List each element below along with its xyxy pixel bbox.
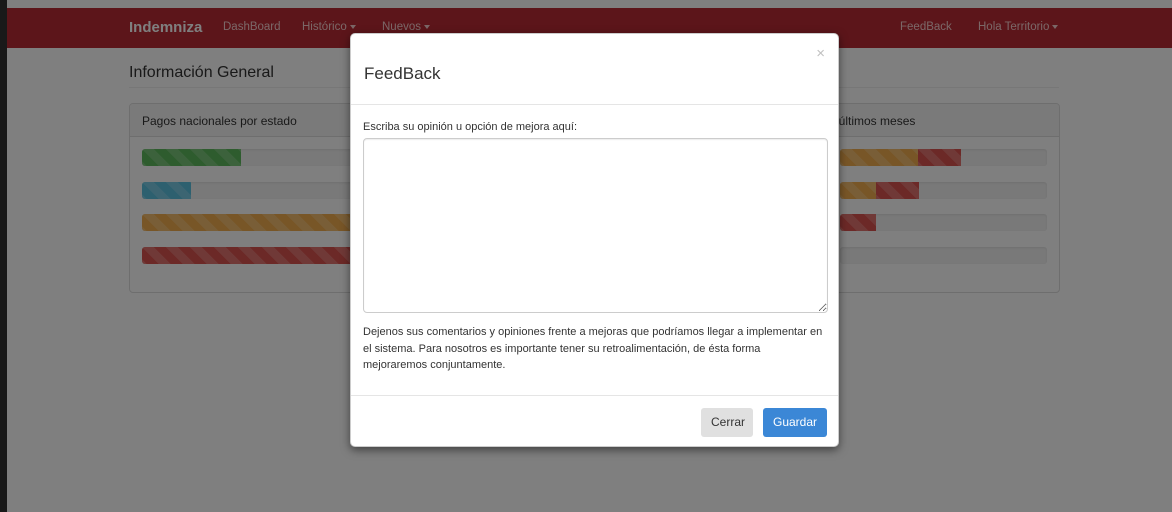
feedback-textarea[interactable] [363,138,828,313]
modal-body: Escriba su opinión u opción de mejora aq… [351,105,838,395]
cancel-button[interactable]: Cerrar [701,408,753,437]
feedback-modal: FeedBack × Escriba su opinión u opción d… [350,33,839,447]
help-text: Dejenos sus comentarios y opiniones fren… [363,326,823,371]
save-button[interactable]: Guardar [763,408,827,437]
modal-header: FeedBack × [351,34,838,105]
modal-footer: Cerrar Guardar [351,395,838,447]
close-icon[interactable]: × [816,46,825,61]
feedback-label: Escriba su opinión u opción de mejora aq… [363,121,578,133]
modal-title: FeedBack [364,64,441,83]
